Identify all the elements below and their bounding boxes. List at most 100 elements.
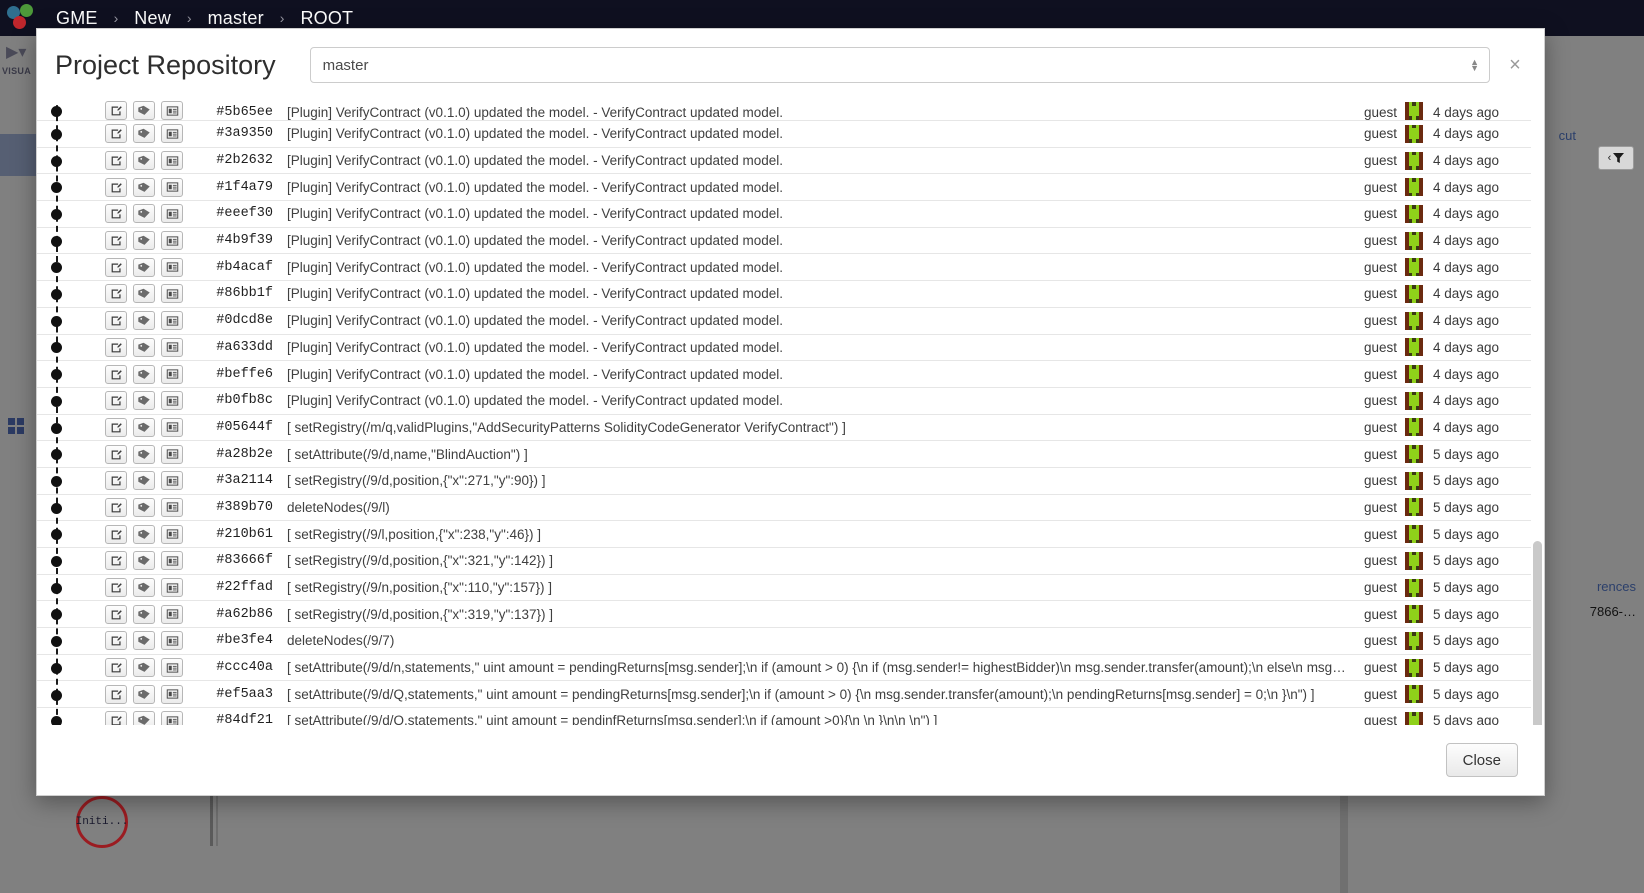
commit-hash[interactable]: #84df21 [197, 713, 273, 725]
info-commit-button[interactable] [161, 391, 183, 411]
edit-commit-button[interactable] [105, 364, 127, 384]
info-commit-button[interactable] [161, 684, 183, 704]
tag-commit-button[interactable] [133, 204, 155, 224]
info-commit-button[interactable] [161, 551, 183, 571]
edit-commit-button[interactable] [105, 284, 127, 304]
info-commit-button[interactable] [161, 311, 183, 331]
commit-graph-node[interactable] [51, 609, 62, 621]
info-commit-button[interactable] [161, 578, 183, 598]
table-row[interactable]: #b0fb8c [Plugin] VerifyContract (v0.1.0) … [37, 388, 1531, 415]
commit-hash[interactable]: #a633dd [197, 340, 273, 355]
table-row[interactable]: #a28b2e [ setAttribute(/9/d,name,"BlindAu… [37, 441, 1531, 468]
commit-graph-node[interactable] [51, 315, 62, 327]
tag-commit-button[interactable] [133, 551, 155, 571]
tag-commit-button[interactable] [133, 684, 155, 704]
info-commit-button[interactable] [161, 471, 183, 491]
tag-commit-button[interactable] [133, 711, 155, 725]
info-commit-button[interactable] [161, 711, 183, 725]
edit-commit-button[interactable] [105, 391, 127, 411]
commit-hash[interactable]: #2b2632 [197, 153, 273, 168]
commit-hash[interactable]: #eeef30 [197, 206, 273, 221]
info-commit-button[interactable] [161, 417, 183, 437]
info-commit-button[interactable] [161, 204, 183, 224]
edit-commit-button[interactable] [105, 417, 127, 437]
table-row[interactable]: #ccc40a [ setAttribute(/9/d/n,statements,… [37, 655, 1531, 682]
commit-hash[interactable]: #3a9350 [197, 126, 273, 141]
commit-hash[interactable]: #05644f [197, 420, 273, 435]
table-row[interactable]: #5b65ee [Plugin] VerifyContract (v0.1.0) … [37, 101, 1531, 121]
info-commit-button[interactable] [161, 124, 183, 144]
info-commit-button[interactable] [161, 631, 183, 651]
tag-commit-button[interactable] [133, 284, 155, 304]
commit-hash[interactable]: #22ffad [197, 580, 273, 595]
tag-commit-button[interactable] [133, 417, 155, 437]
commit-graph-node[interactable] [51, 105, 62, 117]
edit-commit-button[interactable] [105, 471, 127, 491]
table-row[interactable]: #b4acaf [Plugin] VerifyContract (v0.1.0) … [37, 254, 1531, 282]
edit-commit-button[interactable] [105, 311, 127, 331]
commit-hash[interactable]: #ccc40a [197, 660, 273, 675]
commit-graph-node[interactable] [51, 342, 62, 354]
table-row[interactable]: #a633dd [Plugin] VerifyContract (v0.1.0) … [37, 335, 1531, 362]
commit-hash[interactable]: #b0fb8c [197, 393, 273, 408]
info-commit-button[interactable] [161, 284, 183, 304]
table-row[interactable]: #389b70 deleteNodes(/9/l) guest 5 days ago [37, 495, 1531, 522]
edit-commit-button[interactable] [105, 604, 127, 624]
tag-commit-button[interactable] [133, 151, 155, 171]
tag-commit-button[interactable] [133, 578, 155, 598]
table-row[interactable]: #05644f [ setRegistry(/m/q,validPlugins,"… [37, 415, 1531, 442]
commit-graph-node[interactable] [51, 475, 62, 487]
edit-commit-button[interactable] [105, 658, 127, 678]
info-commit-button[interactable] [161, 444, 183, 464]
info-commit-button[interactable] [161, 151, 183, 171]
tag-commit-button[interactable] [133, 177, 155, 197]
tag-commit-button[interactable] [133, 471, 155, 491]
tag-commit-button[interactable] [133, 257, 155, 277]
info-commit-button[interactable] [161, 337, 183, 357]
edit-commit-button[interactable] [105, 497, 127, 517]
commit-graph-node[interactable] [51, 662, 62, 674]
edit-commit-button[interactable] [105, 578, 127, 598]
tag-commit-button[interactable] [133, 124, 155, 144]
commit-hash[interactable]: #be3fe4 [197, 633, 273, 648]
tag-commit-button[interactable] [133, 604, 155, 624]
commit-graph-node[interactable] [51, 289, 62, 301]
edit-commit-button[interactable] [105, 231, 127, 251]
tag-commit-button[interactable] [133, 497, 155, 517]
edit-commit-button[interactable] [105, 124, 127, 144]
table-row[interactable]: #84df21 [ setAttribute(/9/d/Q,statements,… [37, 708, 1531, 725]
tag-commit-button[interactable] [133, 631, 155, 651]
commit-list[interactable]: #5b65ee [Plugin] VerifyContract (v0.1.0) … [37, 101, 1531, 725]
edit-commit-button[interactable] [105, 151, 127, 171]
info-commit-button[interactable] [161, 524, 183, 544]
commit-hash[interactable]: #1f4a79 [197, 180, 273, 195]
commit-hash[interactable]: #b4acaf [197, 260, 273, 275]
close-button[interactable]: Close [1445, 743, 1518, 777]
tag-commit-button[interactable] [133, 658, 155, 678]
table-row[interactable]: #ef5aa3 [ setAttribute(/9/d/Q,statements,… [37, 681, 1531, 709]
commit-graph-node[interactable] [51, 182, 62, 194]
table-row[interactable]: #3a2114 [ setRegistry(/9/d,position,{"x":… [37, 468, 1531, 495]
commit-graph-node[interactable] [51, 529, 62, 541]
commit-graph-node[interactable] [51, 556, 62, 568]
table-row[interactable]: #3a9350 [Plugin] VerifyContract (v0.1.0) … [37, 121, 1531, 148]
info-commit-button[interactable] [161, 231, 183, 251]
commit-hash[interactable]: #86bb1f [197, 286, 273, 301]
info-commit-button[interactable] [161, 257, 183, 277]
table-row[interactable]: #1f4a79 [Plugin] VerifyContract (v0.1.0) … [37, 174, 1531, 202]
commit-graph-node[interactable] [51, 636, 62, 648]
commit-hash[interactable]: #83666f [197, 553, 273, 568]
commit-graph-node[interactable] [51, 716, 62, 725]
commit-graph-node[interactable] [51, 262, 62, 274]
commit-hash[interactable]: #beffe6 [197, 367, 273, 382]
commit-graph-node[interactable] [51, 502, 62, 514]
commit-hash[interactable]: #a62b86 [197, 607, 273, 622]
tag-commit-button[interactable] [133, 101, 155, 120]
commit-graph-node[interactable] [51, 689, 62, 701]
tag-commit-button[interactable] [133, 391, 155, 411]
tag-commit-button[interactable] [133, 337, 155, 357]
commit-graph-node[interactable] [51, 582, 62, 594]
table-row[interactable]: #22ffad [ setRegistry(/9/n,position,{"x":… [37, 575, 1531, 602]
commit-hash[interactable]: #3a2114 [197, 473, 273, 488]
tag-commit-button[interactable] [133, 524, 155, 544]
